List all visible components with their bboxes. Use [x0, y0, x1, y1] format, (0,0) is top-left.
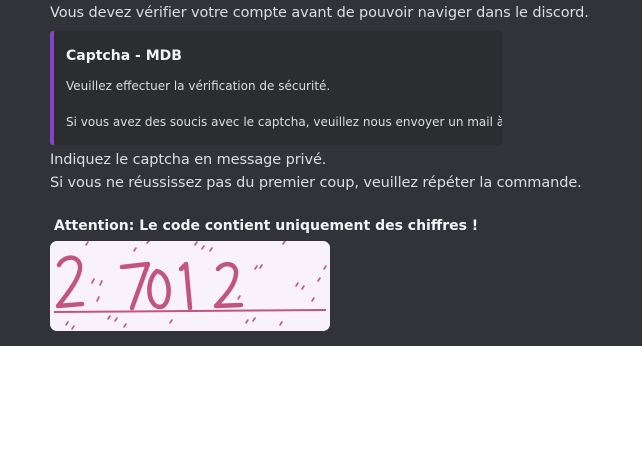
- captcha-image[interactable]: [50, 241, 330, 331]
- embed-description-line-2: Si vous avez des soucis avec le captcha,…: [66, 115, 502, 129]
- message-line-private: Indiquez le captcha en message privé.: [50, 152, 327, 168]
- message-line-verify: Vous devez vérifier votre compte avant d…: [50, 5, 589, 21]
- captcha-embed: Captcha - MDB Veuillez effectuer la véri…: [50, 31, 502, 145]
- chat-area: Vous devez vérifier votre compte avant d…: [0, 0, 642, 346]
- embed-title: Captcha - MDB: [66, 48, 182, 64]
- attention-warning: Attention: Le code contient uniquement d…: [54, 218, 479, 234]
- message-line-retry: Si vous ne réussissez pas du premier cou…: [50, 175, 582, 191]
- captcha-drawing: [53, 241, 327, 330]
- embed-description-line-1: Veuillez effectuer la vérification de sé…: [66, 79, 331, 93]
